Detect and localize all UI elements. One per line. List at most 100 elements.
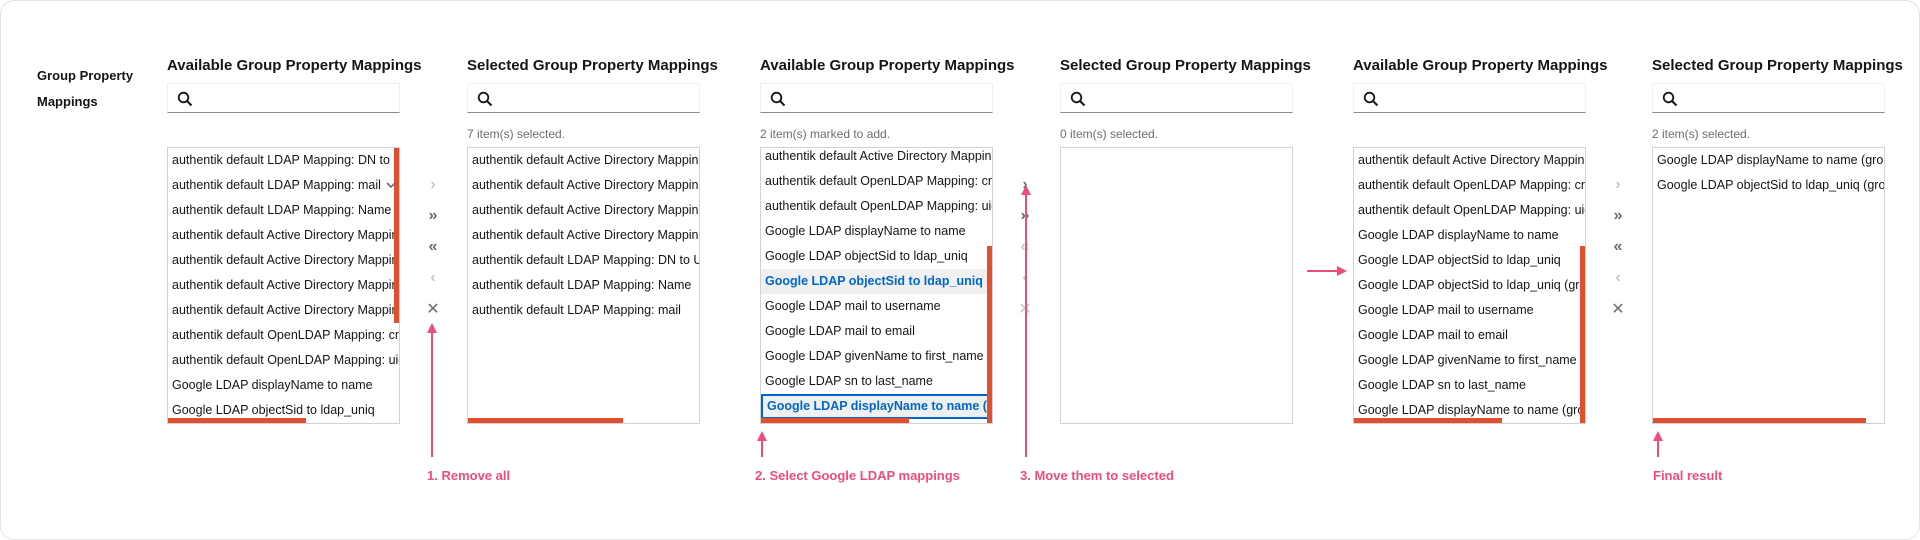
- horizontal-scrollbar[interactable]: [168, 418, 306, 423]
- clear-button[interactable]: ✕: [421, 293, 445, 324]
- list-item[interactable]: Google LDAP objectSid to ldap_uniq: [761, 244, 992, 269]
- chevron-down-icon: [386, 182, 396, 189]
- list-item[interactable]: Google LDAP displayName to name (group): [1653, 148, 1884, 173]
- list-item[interactable]: authentik default LDAP Mapping: mail: [168, 173, 399, 198]
- search-input[interactable]: [791, 84, 987, 112]
- transition-arrow: [1307, 270, 1337, 272]
- annotation-arrow: [761, 439, 763, 457]
- selected-list[interactable]: Google LDAP displayName to name (group) G…: [1652, 147, 1885, 424]
- list-item[interactable]: authentik default Active Directory Mappi…: [468, 148, 699, 173]
- field-label: Group Property Mappings: [37, 68, 134, 109]
- list-item[interactable]: authentik default Active Directory Mappi…: [468, 198, 699, 223]
- list-item[interactable]: authentik default LDAP Mapping: Name: [168, 198, 399, 223]
- clear-button[interactable]: ✕: [1606, 293, 1630, 324]
- available-list[interactable]: authentik default LDAP Mapping: DN to Us…: [167, 147, 400, 424]
- status-text: 2 item(s) selected.: [1652, 127, 1751, 141]
- horizontal-scrollbar[interactable]: [1354, 418, 1502, 423]
- panel-title: Selected Group Property Mappings: [467, 57, 718, 74]
- status-text: 7 item(s) selected.: [467, 127, 566, 141]
- search-input[interactable]: [1384, 84, 1580, 112]
- list-item[interactable]: Google LDAP mail to username: [1354, 298, 1585, 323]
- list-item[interactable]: Google LDAP objectSid to ldap_uniq (grou…: [761, 269, 992, 294]
- search-icon: [477, 91, 493, 107]
- status-text: [1353, 113, 1586, 143]
- annotation-step2: 2. Select Google LDAP mappings: [755, 468, 960, 483]
- horizontal-scrollbar[interactable]: [468, 418, 623, 423]
- add-selected-button[interactable]: ›: [421, 169, 445, 200]
- list-item[interactable]: Google LDAP objectSid to ldap_uniq (grou…: [1653, 173, 1884, 198]
- search-box: [760, 83, 993, 113]
- list-item[interactable]: Google LDAP givenName to first_name: [1354, 348, 1585, 373]
- list-item[interactable]: authentik default Active Directory Mappi…: [168, 298, 399, 323]
- search-box: [1652, 83, 1885, 113]
- step4-available-panel: Available Group Property Mappings authen…: [1353, 57, 1608, 424]
- list-item[interactable]: authentik default Active Directory Mappi…: [468, 223, 699, 248]
- list-item[interactable]: authentik default LDAP Mapping: mail: [468, 298, 699, 323]
- list-item[interactable]: Google LDAP givenName to first_name: [761, 344, 992, 369]
- list-item[interactable]: authentik default Active Directory Mappi…: [761, 148, 992, 169]
- search-input[interactable]: [1091, 84, 1287, 112]
- list-item[interactable]: Google LDAP displayName to name: [1354, 223, 1585, 248]
- vertical-scrollbar[interactable]: [394, 148, 399, 323]
- list-item[interactable]: authentik default OpenLDAP Mapping: cn: [761, 169, 992, 194]
- list-item[interactable]: authentik default LDAP Mapping: DN to Us…: [168, 148, 399, 173]
- list-item[interactable]: Google LDAP objectSid to ldap_uniq (grou…: [1354, 273, 1585, 298]
- list-item[interactable]: authentik default Active Directory Mappi…: [168, 273, 399, 298]
- list-item[interactable]: authentik default OpenLDAP Mapping: cn: [1354, 173, 1585, 198]
- remove-selected-button[interactable]: ‹: [1606, 262, 1630, 293]
- search-icon: [1363, 91, 1379, 107]
- horizontal-scrollbar[interactable]: [1653, 418, 1866, 423]
- annotation-step4: Final result: [1653, 468, 1723, 483]
- list-item[interactable]: authentik default OpenLDAP Mapping: uid: [761, 194, 992, 219]
- list-item[interactable]: Google LDAP mail to username: [761, 294, 992, 319]
- list-item[interactable]: Google LDAP objectSid to ldap_uniq: [1354, 248, 1585, 273]
- panel-title: Selected Group Property Mappings: [1060, 57, 1311, 74]
- list-item[interactable]: Google LDAP displayName to name (group): [761, 394, 992, 419]
- annotation-arrow: [1025, 193, 1027, 457]
- search-icon: [177, 91, 193, 107]
- remove-all-button[interactable]: «: [1606, 231, 1630, 262]
- add-all-button[interactable]: »: [421, 200, 445, 231]
- remove-all-button[interactable]: «: [421, 231, 445, 262]
- add-selected-button[interactable]: ›: [1606, 169, 1630, 200]
- available-list[interactable]: authentik default Active Directory Mappi…: [1353, 147, 1586, 424]
- step1-selected-panel: Selected Group Property Mappings 7 item(…: [467, 57, 718, 424]
- list-item[interactable]: Google LDAP sn to last_name: [1354, 373, 1585, 398]
- list-item[interactable]: Google LDAP displayName to name: [761, 219, 992, 244]
- remove-selected-button[interactable]: ‹: [421, 262, 445, 293]
- vertical-scrollbar[interactable]: [1580, 246, 1585, 423]
- panel-title: Selected Group Property Mappings: [1652, 57, 1903, 74]
- vertical-scrollbar[interactable]: [987, 246, 992, 423]
- search-box: [1060, 83, 1293, 113]
- list-item[interactable]: authentik default OpenLDAP Mapping: uid: [1354, 198, 1585, 223]
- step4-controls: › » « ‹ ✕: [1606, 169, 1630, 324]
- list-item[interactable]: authentik default Active Directory Mappi…: [168, 223, 399, 248]
- search-input[interactable]: [198, 84, 394, 112]
- list-item[interactable]: authentik default Active Directory Mappi…: [1354, 148, 1585, 173]
- search-box: [467, 83, 700, 113]
- step2-available-panel: Available Group Property Mappings 2 item…: [760, 57, 1015, 424]
- add-all-button[interactable]: »: [1606, 200, 1630, 231]
- annotation-step1: 1. Remove all: [427, 468, 511, 483]
- list-item[interactable]: authentik default OpenLDAP Mapping: cn: [168, 323, 399, 348]
- list-item[interactable]: authentik default Active Directory Mappi…: [468, 173, 699, 198]
- list-item[interactable]: authentik default OpenLDAP Mapping: uid: [168, 348, 399, 373]
- available-list[interactable]: authentik default Active Directory Mappi…: [760, 147, 993, 424]
- list-item[interactable]: Google LDAP mail to email: [1354, 323, 1585, 348]
- list-item[interactable]: Google LDAP displayName to name: [168, 373, 399, 398]
- search-input[interactable]: [1683, 84, 1879, 112]
- selected-list[interactable]: authentik default Active Directory Mappi…: [467, 147, 700, 424]
- status-text: [167, 113, 400, 143]
- annotation-arrowhead: [1021, 185, 1031, 195]
- list-item[interactable]: Google LDAP mail to email: [761, 319, 992, 344]
- annotation-arrowhead: [427, 323, 437, 333]
- list-item[interactable]: authentik default LDAP Mapping: Name: [468, 273, 699, 298]
- selected-list[interactable]: [1060, 147, 1293, 424]
- search-input[interactable]: [498, 84, 694, 112]
- list-item[interactable]: authentik default LDAP Mapping: DN to Us…: [468, 248, 699, 273]
- list-item[interactable]: authentik default Active Directory Mappi…: [168, 248, 399, 273]
- horizontal-scrollbar[interactable]: [761, 418, 909, 423]
- annotation-arrow: [1657, 439, 1659, 457]
- step3-selected-panel: Selected Group Property Mappings 0 item(…: [1060, 57, 1311, 424]
- list-item[interactable]: Google LDAP sn to last_name: [761, 369, 992, 394]
